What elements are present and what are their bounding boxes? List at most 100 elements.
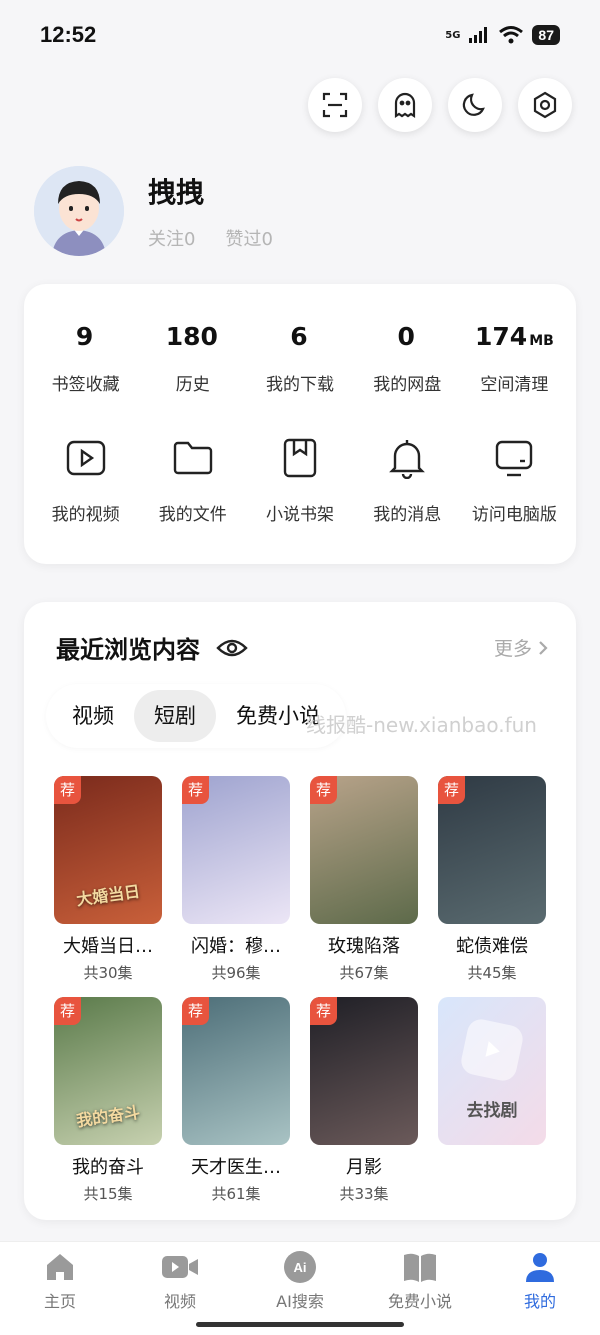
- episode-count: 共61集: [211, 1185, 261, 1203]
- drama-title: 闪婚：穆…: [191, 936, 281, 957]
- nav-home[interactable]: 主页: [0, 1242, 120, 1335]
- drama-item[interactable]: 荐 我的奋斗 我的奋斗 共15集: [54, 997, 162, 1204]
- episode-count: 共45集: [467, 964, 517, 982]
- drama-poster[interactable]: 荐: [182, 776, 290, 924]
- home-indicator[interactable]: [196, 1322, 404, 1327]
- drama-title: 大婚当日…: [63, 936, 153, 957]
- username: 拽拽: [148, 176, 205, 209]
- stat-value: 174 MB: [475, 322, 554, 351]
- status-bar: 12:52 5G 87: [0, 0, 600, 70]
- home-icon: [47, 1254, 73, 1280]
- tool-label: 我的文件: [158, 505, 227, 525]
- tool-my-videos[interactable]: 我的视频: [32, 436, 139, 525]
- drama-title: 月影: [346, 1157, 382, 1178]
- avatar-cartoon-icon: [34, 166, 124, 256]
- stat-value: 0: [397, 322, 415, 351]
- tool-label: 访问电脑版: [471, 505, 557, 525]
- scan-icon: [322, 92, 348, 118]
- chevron-right-icon: [539, 640, 548, 655]
- eye-icon[interactable]: [216, 637, 248, 659]
- tool-label: 小说书架: [266, 505, 334, 525]
- find-drama-button[interactable]: 去找剧: [438, 997, 546, 1145]
- tool-my-files[interactable]: 我的文件: [139, 436, 246, 525]
- bookmark-icon: [283, 438, 317, 478]
- tab-short-drama[interactable]: 短剧: [134, 690, 216, 742]
- recent-card: 最近浏览内容 更多 视频 短剧 免费小说 线报酷-new.xianbao.fun…: [24, 602, 576, 1220]
- drama-item[interactable]: 荐 玫瑰陷落 共67集: [310, 776, 418, 983]
- tool-messages[interactable]: 我的消息: [354, 436, 461, 525]
- ghost-button[interactable]: [378, 78, 432, 132]
- drama-poster[interactable]: 荐: [310, 997, 418, 1145]
- nav-mine[interactable]: 我的: [480, 1242, 600, 1335]
- scan-button[interactable]: [308, 78, 362, 132]
- drama-item[interactable]: 荐 闪婚：穆… 共96集: [182, 776, 290, 983]
- video-icon: [66, 440, 105, 476]
- drama-item[interactable]: 荐 蛇债难偿 共45集: [438, 776, 546, 983]
- stat-value: 6: [290, 322, 308, 351]
- stat-history[interactable]: 180 历史: [139, 322, 246, 395]
- recommend-badge: 荐: [310, 776, 338, 804]
- following-count[interactable]: 关注0: [148, 225, 195, 251]
- drama-poster[interactable]: 荐: [438, 776, 546, 924]
- drama-item[interactable]: 荐 月影 共33集: [310, 997, 418, 1204]
- episode-count: 共96集: [211, 964, 261, 982]
- stat-value: 180: [165, 322, 218, 351]
- recommend-badge: 荐: [310, 997, 338, 1025]
- episode-count: 共30集: [83, 964, 133, 982]
- episode-count: 共33集: [339, 1185, 389, 1203]
- tool-label: 我的视频: [51, 505, 120, 525]
- stats-card: 9 书签收藏 180 历史 6 我的下载 0 我的网盘 174 MB 空间清理 我: [24, 284, 576, 564]
- play-icon: [458, 1016, 526, 1083]
- night-mode-button[interactable]: [448, 78, 502, 132]
- stat-label: 我的网盘: [373, 375, 442, 395]
- top-actions: [308, 78, 572, 132]
- nav-label: 主页: [43, 1292, 76, 1311]
- find-drama-label: 去找剧: [466, 1100, 518, 1121]
- stat-storage-cleanup[interactable]: 174 MB 空间清理: [461, 322, 568, 395]
- section-title: 最近浏览内容: [56, 636, 200, 664]
- network-label: 5G: [445, 29, 461, 41]
- more-label: 更多: [493, 638, 532, 660]
- recommend-badge: 荐: [54, 776, 82, 804]
- status-time: 12:52: [40, 22, 97, 47]
- user-icon: [526, 1253, 554, 1282]
- recommend-badge: 荐: [182, 997, 210, 1025]
- find-drama-item[interactable]: 去找剧: [438, 997, 546, 1204]
- moon-icon: [462, 93, 485, 116]
- tool-desktop-version[interactable]: 访问电脑版: [461, 436, 568, 525]
- recent-title: 最近浏览内容: [56, 630, 248, 665]
- drama-item[interactable]: 荐 大婚当日 大婚当日… 共30集: [54, 776, 162, 983]
- settings-button[interactable]: [518, 78, 572, 132]
- stat-label: 书签收藏: [51, 375, 120, 395]
- gear-icon: [533, 91, 557, 119]
- drama-poster[interactable]: 荐 大婚当日: [54, 776, 162, 924]
- drama-title: 玫瑰陷落: [328, 936, 400, 957]
- drama-poster[interactable]: 荐: [310, 776, 418, 924]
- stat-cloud-drive[interactable]: 0 我的网盘: [354, 322, 461, 395]
- more-link[interactable]: 更多: [494, 634, 548, 661]
- liked-count[interactable]: 赞过0: [225, 225, 272, 251]
- follow-stats: 关注0 赞过0: [148, 225, 273, 251]
- stat-downloads[interactable]: 6 我的下载: [246, 322, 353, 395]
- drama-poster[interactable]: 荐: [182, 997, 290, 1145]
- tool-label: 我的消息: [373, 505, 442, 525]
- avatar[interactable]: [34, 166, 124, 256]
- tool-novel-shelf[interactable]: 小说书架: [246, 436, 353, 525]
- stat-label: 空间清理: [480, 375, 549, 395]
- episode-count: 共15集: [83, 1185, 133, 1203]
- watermark-text: 线报酷-new.xianbao.fun: [306, 713, 537, 737]
- recommend-badge: 荐: [438, 776, 466, 804]
- stat-bookmarks[interactable]: 9 书签收藏: [32, 322, 139, 395]
- profile-section[interactable]: 拽拽 关注0 赞过0: [34, 166, 273, 256]
- book-icon: [404, 1253, 436, 1282]
- stat-value: 9: [75, 322, 94, 351]
- nav-label: AI搜索: [276, 1292, 324, 1311]
- tab-video[interactable]: 视频: [52, 690, 134, 742]
- drama-grid: 荐 大婚当日 大婚当日… 共30集 荐 闪婚：穆… 共96集 荐 玫瑰陷落 共6…: [54, 776, 546, 1204]
- video-camera-icon: [162, 1256, 198, 1278]
- nav-label: 我的: [523, 1292, 556, 1311]
- drama-poster[interactable]: 荐 我的奋斗: [54, 997, 162, 1145]
- drama-title: 天才医生…: [191, 1157, 281, 1178]
- drama-item[interactable]: 荐 天才医生… 共61集: [182, 997, 290, 1204]
- poster-title-art: 我的奋斗: [75, 1102, 142, 1131]
